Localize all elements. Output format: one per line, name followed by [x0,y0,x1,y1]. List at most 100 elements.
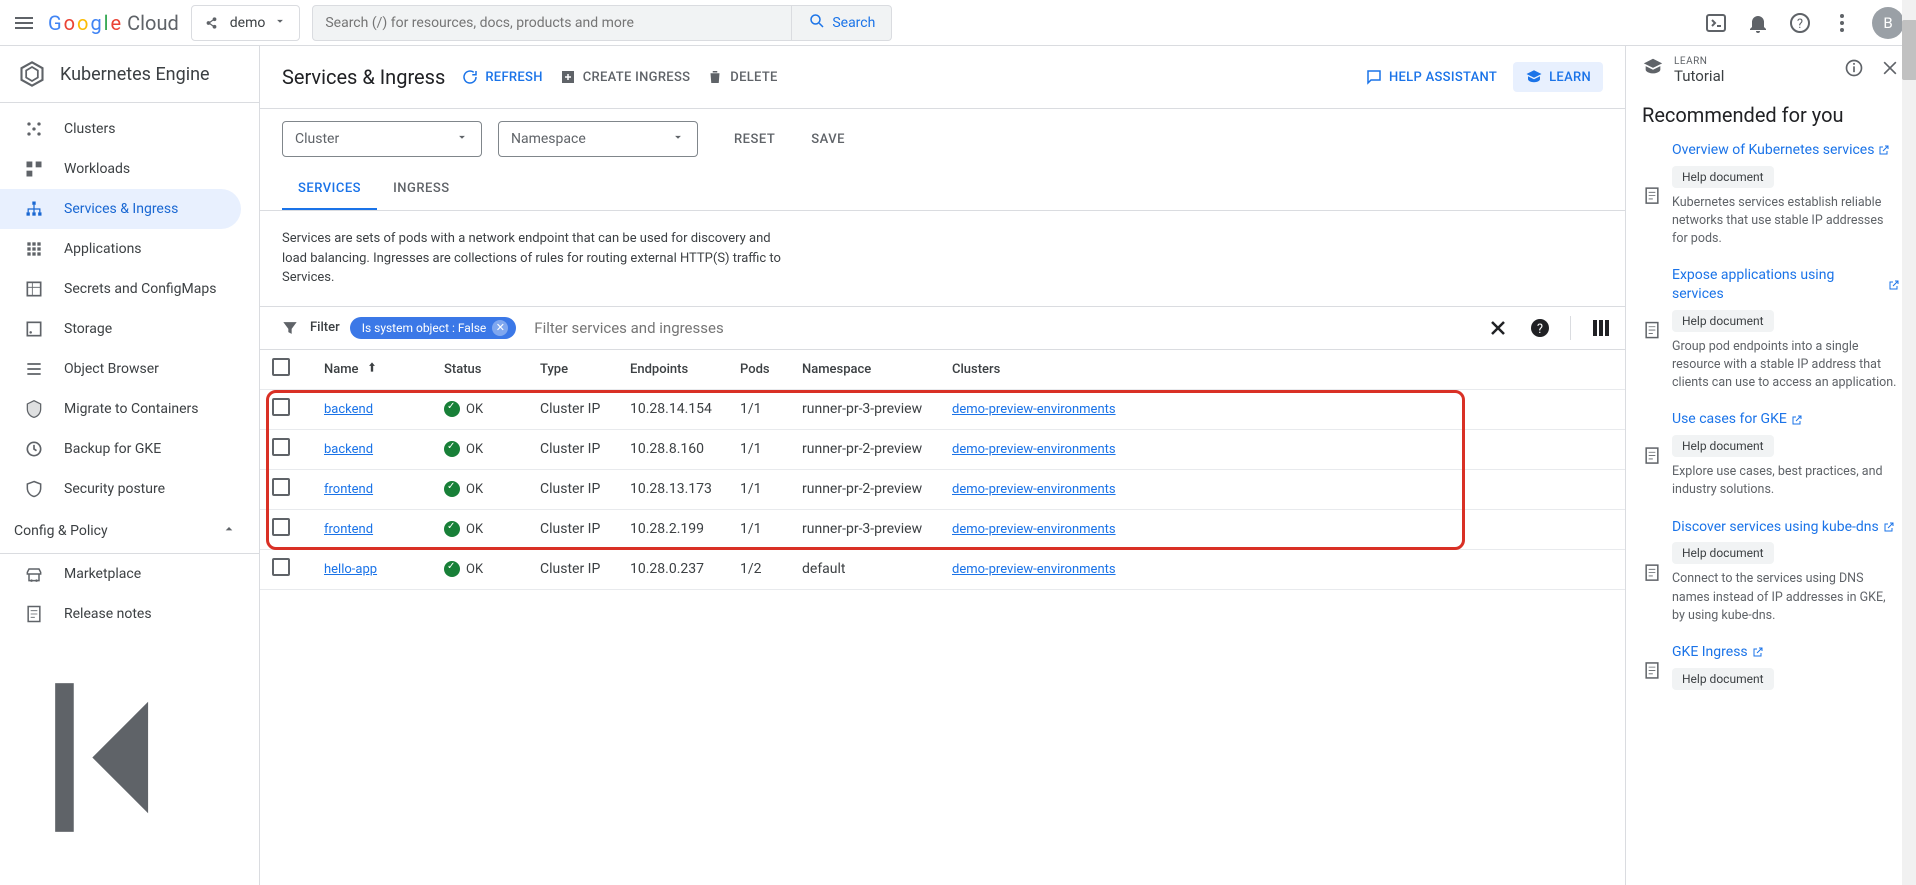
row-checkbox[interactable] [272,398,324,420]
graduation-icon [1642,56,1664,82]
cluster-dropdown-label: Cluster [295,131,339,147]
row-checkbox[interactable] [272,518,324,540]
recommendation-link[interactable]: Use cases for GKE [1672,410,1900,429]
cluster-link[interactable]: demo-preview-environments [952,402,1116,417]
service-name-link[interactable]: hello-app [324,562,377,577]
help-assistant-button[interactable]: HELP ASSISTANT [1365,68,1497,86]
google-cloud-logo[interactable]: Google Cloud [48,11,179,35]
column-endpoints[interactable]: Endpoints [630,362,740,377]
save-button[interactable]: SAVE [811,132,845,147]
column-pods[interactable]: Pods [740,362,802,377]
services-table: Name Status Type Endpoints Pods Namespac… [260,350,1625,590]
recommendation-link[interactable]: Expose applications using services [1672,266,1900,304]
refresh-icon [461,68,479,86]
tab-services[interactable]: SERVICES [282,169,377,210]
menu-icon[interactable] [12,11,36,35]
sidebar-item-storage[interactable]: Storage [0,309,241,349]
help-document-pill: Help document [1672,166,1774,188]
columns-icon[interactable] [1589,316,1613,340]
row-checkbox[interactable] [272,478,324,500]
delete-button[interactable]: DELETE [706,68,777,86]
sidebar-item-label: Workloads [64,161,130,177]
sidebar-item-clusters[interactable]: Clusters [0,109,241,149]
service-name-link[interactable]: backend [324,402,373,417]
recommendation-desc: Kubernetes services establish reliable n… [1672,194,1900,248]
search-button[interactable]: Search [791,6,891,40]
sidebar-item-security[interactable]: Security posture [0,469,241,509]
filter-icon [280,318,300,338]
sidebar-item-migrate[interactable]: Migrate to Containers [0,389,241,429]
svg-text:?: ? [1537,322,1543,337]
avatar[interactable]: B [1872,7,1904,39]
filter-chip[interactable]: Is system object : False ✕ [350,317,517,339]
learn-button[interactable]: LEARN [1513,62,1603,92]
sidebar-item-config[interactable]: Config [0,549,241,553]
sidebar-item-release-notes[interactable]: Release notes [0,594,249,634]
workloads-icon [24,159,44,179]
help-icon[interactable]: ? [1788,11,1812,35]
service-name-link[interactable]: backend [324,442,373,457]
sidebar-section-config[interactable]: Config & Policy [0,509,251,549]
cluster-link[interactable]: demo-preview-environments [952,522,1116,537]
service-name-link[interactable]: frontend [324,522,373,537]
column-clusters[interactable]: Clusters [952,362,1613,377]
release-notes-icon [24,604,44,624]
search-button-label: Search [832,15,875,31]
endpoint-cell: 10.28.14.154 [630,401,740,417]
collapse-sidebar-button[interactable] [0,634,259,885]
recommendation-item: Discover services using kube-dns Help do… [1642,518,1900,625]
project-picker[interactable]: demo [191,5,301,41]
cluster-dropdown[interactable]: Cluster [282,121,482,157]
service-name-link[interactable]: frontend [324,482,373,497]
sidebar-title: Kubernetes Engine [60,64,210,85]
notifications-icon[interactable] [1746,11,1770,35]
sidebar-item-object-browser[interactable]: Object Browser [0,349,241,389]
recommendation-desc: Explore use cases, best practices, and i… [1672,463,1900,499]
recommendation-link[interactable]: Discover services using kube-dns [1672,518,1900,537]
row-checkbox[interactable] [272,438,324,460]
clear-filter-icon[interactable] [1486,316,1510,340]
column-status[interactable]: Status [444,362,540,377]
type-cell: Cluster IP [540,481,630,497]
namespace-dropdown[interactable]: Namespace [498,121,698,157]
close-icon[interactable] [1880,56,1900,80]
tab-ingress[interactable]: INGRESS [377,169,466,210]
select-all-checkbox[interactable] [272,358,324,380]
info-icon[interactable] [1844,56,1864,80]
status-cell: OK [444,441,540,457]
sidebar-header: Kubernetes Engine [0,46,259,103]
cluster-link[interactable]: demo-preview-environments [952,442,1116,457]
cluster-link[interactable]: demo-preview-environments [952,482,1116,497]
reset-button[interactable]: RESET [734,132,775,147]
column-namespace[interactable]: Namespace [802,362,952,377]
create-ingress-button[interactable]: CREATE INGRESS [559,68,691,86]
filter-chip-label: Is system object : False [362,321,487,335]
recommendation-link[interactable]: Overview of Kubernetes services [1672,141,1900,160]
sidebar-item-marketplace[interactable]: Marketplace [0,554,249,594]
filter-help-icon[interactable]: ? [1528,316,1552,340]
sidebar-item-workloads[interactable]: Workloads [0,149,241,189]
sidebar-item-applications[interactable]: Applications [0,229,241,269]
cloud-shell-icon[interactable] [1704,11,1728,35]
namespace-dropdown-label: Namespace [511,131,586,147]
filter-input[interactable] [526,313,1476,343]
recommendation-link[interactable]: GKE Ingress [1672,643,1900,662]
sidebar-item-label: Storage [64,321,112,337]
services-icon [24,199,44,219]
sidebar-item-secrets[interactable]: Secrets and ConfigMaps [0,269,241,309]
sidebar-item-services[interactable]: Services & Ingress [0,189,241,229]
status-ok-icon [444,561,460,577]
column-type[interactable]: Type [540,362,630,377]
column-name[interactable]: Name [324,360,444,378]
more-icon[interactable] [1830,11,1854,35]
help-assistant-label: HELP ASSISTANT [1389,70,1497,85]
page-scrollbar[interactable] [1902,0,1916,885]
cluster-link[interactable]: demo-preview-environments [952,562,1116,577]
sidebar-item-backup[interactable]: Backup for GKE [0,429,241,469]
search-input[interactable] [313,6,791,40]
filter-label: Filter [310,320,340,335]
row-checkbox[interactable] [272,558,324,580]
secrets-icon [24,279,44,299]
chip-remove-icon[interactable]: ✕ [492,320,508,336]
refresh-button[interactable]: REFRESH [461,68,542,86]
